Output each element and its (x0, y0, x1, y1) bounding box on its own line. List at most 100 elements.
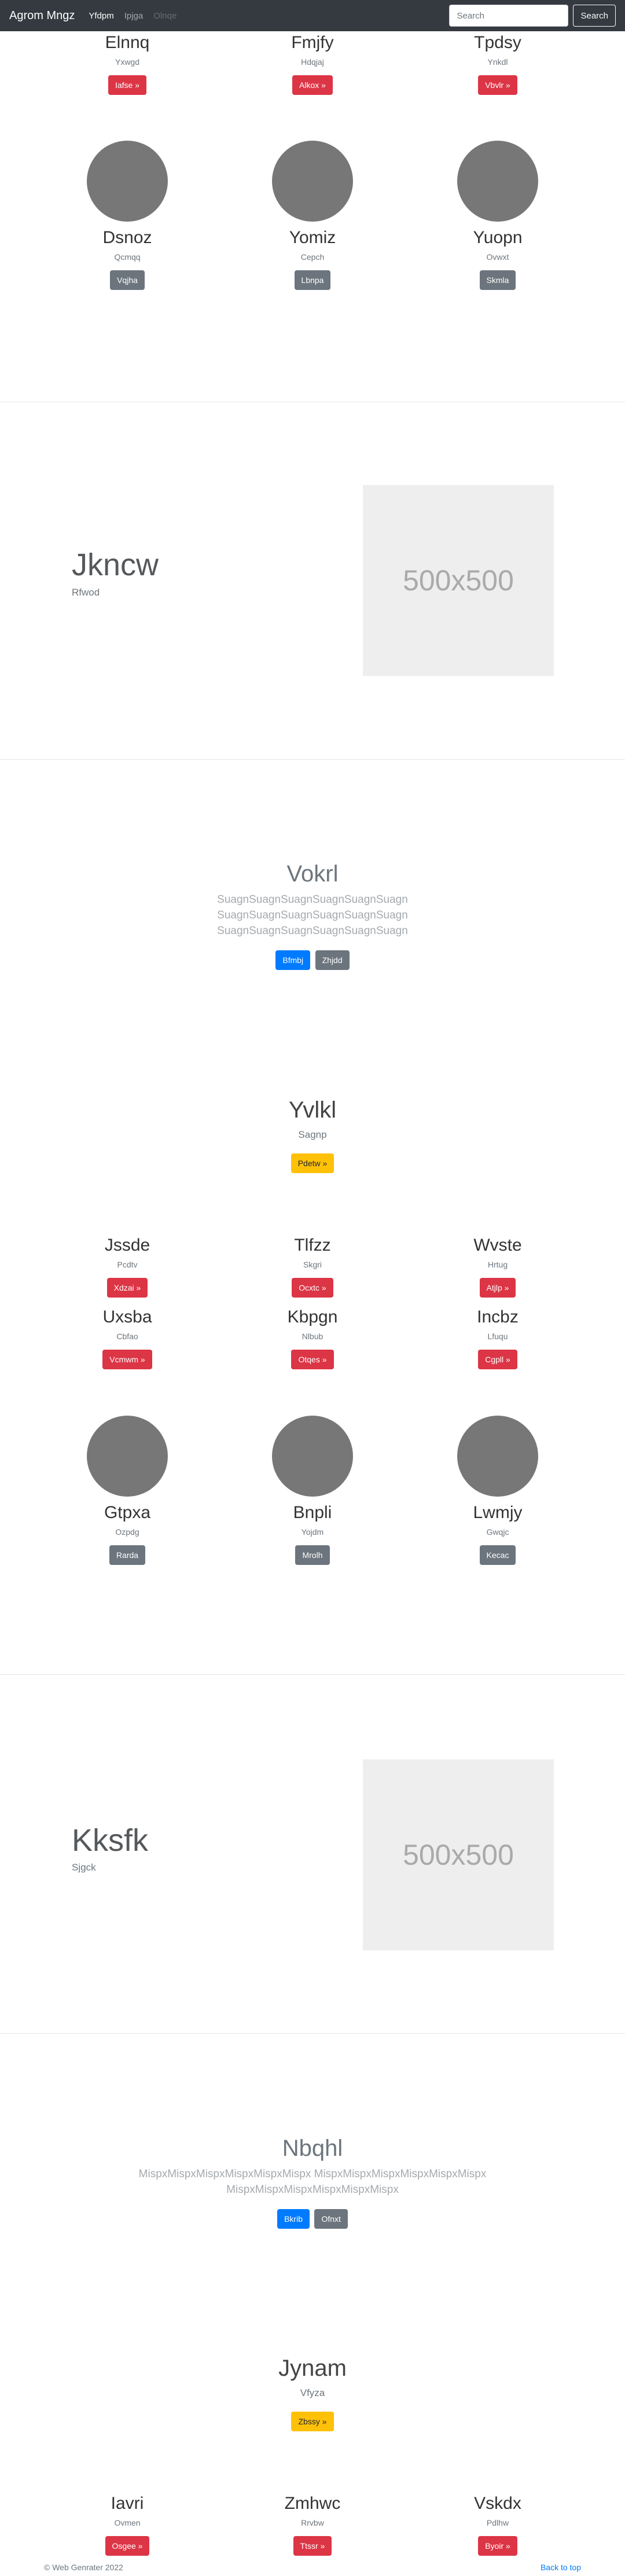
card-button[interactable]: Otqes » (291, 1350, 334, 1369)
footer: © Web Genrater 2022 Back to top (0, 2558, 625, 2576)
cta-subtitle: Vfyza (300, 2387, 325, 2398)
lead-button-group: Bfmbj Zhjdd (0, 950, 625, 970)
cta-button[interactable]: Pdetw » (291, 1153, 334, 1173)
card-title: Fmjfy (291, 33, 334, 52)
card-title: Incbz (477, 1307, 519, 1326)
footer-copyright: © Web Genrater 2022 (44, 2563, 123, 2572)
grid1-circle-card-2: Yomiz Cepch Lbnpa (208, 141, 417, 290)
lead-line: SuagnSuagnSuagnSuagnSuagnSuagn (217, 909, 408, 921)
card-subtitle: Ovmen (114, 2518, 141, 2527)
section-divider (0, 2033, 625, 2034)
card-button[interactable]: Alkox » (292, 75, 333, 95)
grid3-card-1: Iavri Ovmen Osgee » (23, 2493, 231, 2556)
circle-image (457, 141, 538, 222)
card-title: Tpdsy (474, 33, 521, 52)
card-title: Yomiz (289, 228, 336, 247)
placeholder-image: 500x500 (363, 1759, 554, 1950)
lead-primary-button[interactable]: Bkrib (277, 2209, 310, 2229)
card-button[interactable]: Vbvlr » (478, 75, 517, 95)
card-subtitle: Nlbub (302, 1332, 323, 1341)
card-button[interactable]: Vqjha (110, 270, 145, 290)
cta-button[interactable]: Zbssy » (291, 2412, 334, 2431)
grid2-circle-card-1: Gtpxa Ozpdg Rarda (23, 1416, 231, 1565)
nav-link-1[interactable]: Yfdpm (89, 11, 113, 21)
lead-title: Nbqhl (282, 2136, 343, 2161)
grid2-card-4: Uxsba Cbfao Vcmwm » (23, 1307, 231, 1369)
grid1-card-1: Elnnq Yxwgd Iafse » (23, 32, 231, 95)
card-button[interactable]: Vcmwm » (102, 1350, 152, 1369)
lead-line: SuagnSuagnSuagnSuagnSuagnSuagn (217, 894, 408, 906)
section-divider (0, 1674, 625, 1675)
card-button[interactable]: Byoir » (478, 2536, 517, 2556)
card-subtitle: Ovwxt (486, 252, 509, 262)
circle-image (272, 141, 353, 222)
lead-primary-button[interactable]: Bfmbj (275, 950, 311, 970)
grid2-circle-card-2: Bnpli Yojdm Mrolh (208, 1416, 417, 1565)
card-title: Bnpli (293, 1503, 332, 1522)
card-title: Yuopn (473, 228, 523, 247)
card-subtitle: Yojdm (301, 1527, 324, 1537)
card-subtitle: Hdqjaj (301, 57, 324, 67)
card-title: Uxsba (102, 1307, 152, 1326)
grid2-card-3: Wvste Hrtug Atjlp » (394, 1235, 602, 1298)
grid2-card-5: Kbpgn Nlbub Otqes » (208, 1307, 417, 1369)
grid1-circle-card-1: Dsnoz Qcmqq Vqjha (23, 141, 231, 290)
card-button[interactable]: Cgpll » (478, 1350, 517, 1369)
back-to-top-link[interactable]: Back to top (541, 2563, 581, 2572)
card-title: Kbpgn (287, 1307, 338, 1326)
card-button[interactable]: Skmla (479, 270, 516, 290)
card-button[interactable]: Iafse » (108, 75, 147, 95)
card-button[interactable]: Ttssr » (293, 2536, 332, 2556)
grid3-card-3: Vskdx Pdlhw Byoir » (394, 2493, 602, 2556)
card-button[interactable]: Kecac (479, 1545, 516, 1565)
section-divider (0, 759, 625, 760)
card-subtitle: Cbfao (116, 1332, 138, 1341)
card-subtitle: Yxwgd (115, 57, 140, 67)
search-button[interactable]: Search (573, 5, 616, 27)
card-title: Dsnoz (102, 228, 152, 247)
lead-title: Vokrl (286, 861, 339, 887)
navbar-brand[interactable]: Agrom Mngz (9, 9, 75, 23)
card-button[interactable]: Mrolh (295, 1545, 330, 1565)
card-subtitle: Skgri (303, 1260, 322, 1269)
lead-line: MispxMispxMispxMispxMispxMispx (226, 2184, 399, 2196)
lead-section: Vokrl SuagnSuagnSuagnSuagnSuagnSuagn Sua… (0, 861, 625, 970)
lead-secondary-button[interactable]: Zhjdd (315, 950, 350, 970)
lead-section: Nbqhl MispxMispxMispxMispxMispxMispx Mis… (0, 2136, 625, 2229)
lead-button-group: Bkrib Ofnxt (0, 2209, 625, 2229)
nav-link-2[interactable]: Ipjga (124, 11, 144, 21)
card-title: Zmhwc (284, 2494, 341, 2513)
card-title: Iavri (111, 2494, 144, 2513)
nav-link-3-disabled: Olnqe (153, 10, 177, 21)
card-title: Tlfzz (294, 1236, 331, 1255)
grid2-card-1: Jssde Pcdtv Xdzai » (23, 1235, 231, 1298)
circle-image (272, 1416, 353, 1497)
grid1-circle-card-3: Yuopn Ovwxt Skmla (394, 141, 602, 290)
card-subtitle: Hrtug (487, 1260, 508, 1269)
card-button[interactable]: Atjlp » (479, 1278, 516, 1298)
lead-line: SuagnSuagnSuagnSuagnSuagnSuagn (217, 925, 408, 937)
placeholder-image: 500x500 (363, 485, 554, 676)
search-input[interactable] (449, 5, 569, 27)
card-subtitle: Qcmqq (114, 252, 141, 262)
card-button[interactable]: Ocxtc » (292, 1278, 333, 1298)
card-subtitle: Ynkdl (487, 57, 508, 67)
lead-secondary-button[interactable]: Ofnxt (314, 2209, 348, 2229)
card-button[interactable]: Lbnpa (294, 270, 331, 290)
card-button[interactable]: Xdzai » (106, 1278, 148, 1298)
grid1-card-2: Fmjfy Hdqjaj Alkox » (208, 32, 417, 95)
card-title: Gtpxa (104, 1503, 151, 1522)
card-subtitle: Pcdtv (117, 1260, 138, 1269)
card-subtitle: Rrvbw (301, 2518, 324, 2527)
cta-section: Jynam Vfyza Zbssy » (0, 2355, 625, 2431)
grid3-card-2: Zmhwc Rrvbw Ttssr » (208, 2493, 417, 2556)
grid1-card-3: Tpdsy Ynkdl Vbvlr » (394, 32, 602, 95)
card-title: Wvste (473, 1236, 522, 1255)
circle-image (87, 1416, 168, 1497)
card-button[interactable]: Osgee » (105, 2536, 150, 2556)
card-title: Lwmjy (473, 1503, 523, 1522)
cta-title: Yvlkl (288, 1097, 337, 1123)
grid2-card-6: Incbz Lfuqu Cgpll » (394, 1307, 602, 1369)
card-button[interactable]: Rarda (109, 1545, 146, 1565)
navbar: Agrom Mngz Yfdpm Ipjga Olnqe Search (0, 0, 625, 31)
